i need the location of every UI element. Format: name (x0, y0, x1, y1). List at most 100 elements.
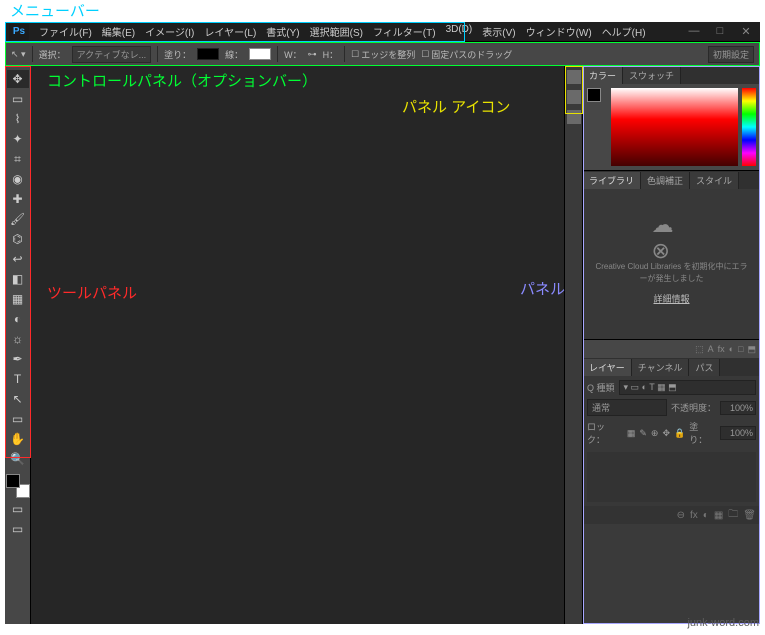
option-bar: ↖ ▾ 選択： アクティブなレ... 塗り： 線： W： ⊶ H： ☐ エッジを… (5, 42, 760, 66)
tool-wand[interactable]: ✦ (7, 130, 29, 148)
menu-filter[interactable]: フィルター(T) (369, 22, 440, 41)
canvas-area[interactable] (31, 66, 564, 624)
layer-toolbar: ⬚ A fx ◐ □ ⬒ (583, 340, 760, 358)
tool-eraser[interactable]: ◧ (7, 270, 29, 288)
lock-icon[interactable]: ✎ (639, 428, 647, 439)
menu-layer[interactable]: レイヤー(L) (200, 22, 260, 41)
library-error-text: Creative Cloud Libraries を初期化中にエラ ーが発生しま… (595, 261, 747, 283)
kind-filter[interactable]: ▾ ▭ ◐ T ▦ ⬒ (619, 380, 756, 395)
lock-icon[interactable]: ▦ (627, 428, 636, 439)
tab-libraries[interactable]: ライブラリ (583, 172, 641, 189)
foot-mask-icon[interactable]: ◐ (703, 510, 709, 521)
lock-icon[interactable]: ✥ (662, 428, 670, 439)
panel-icon-properties[interactable] (567, 90, 581, 104)
workspace-preset[interactable]: 初期設定 (708, 46, 754, 63)
tab-adjustments[interactable]: 色調補正 (641, 172, 690, 189)
stroke-label: 線： (225, 48, 243, 61)
menu-3d[interactable]: 3D(D) (442, 22, 477, 41)
tool-blur[interactable]: ◐ (7, 310, 29, 328)
lock-icon[interactable]: 🔒 (674, 428, 685, 439)
tab-layers[interactable]: レイヤー (583, 359, 632, 376)
tool-text[interactable]: T (7, 370, 29, 388)
tool-preset-icon[interactable]: ↖ ▾ (11, 49, 26, 60)
menu-file[interactable]: ファイル(F) (35, 22, 96, 41)
lt-icon[interactable]: ⬚ (695, 344, 704, 355)
watermark: junk-word.com (687, 617, 759, 629)
width-label: W： (284, 48, 302, 61)
tool-pen[interactable]: ✒ (7, 350, 29, 368)
tab-styles[interactable]: スタイル (690, 172, 739, 189)
fg-bg-colors[interactable] (6, 474, 30, 498)
menu-select[interactable]: 選択範囲(S) (306, 22, 367, 41)
foreground-chip[interactable] (587, 88, 607, 108)
foot-trash-icon[interactable]: 🗑 (743, 510, 756, 521)
foot-folder-icon[interactable]: 🗀 (728, 507, 738, 524)
menu-edit[interactable]: 編集(E) (98, 22, 139, 41)
menu-help[interactable]: ヘルプ(H) (598, 22, 650, 41)
tool-screenmode[interactable]: ▭ (7, 520, 29, 538)
annotation-menu-bar: メニューバー (10, 0, 100, 21)
tool-move[interactable]: ✥ (7, 70, 29, 88)
main-area: ✥ ▭ ⌇ ✦ ⌗ ◉ ✚ 🖌 ⌬ ↩ ◧ ▦ ◐ ☼ ✒ T ↖ ▭ ✋ 🔍 ▭ ▭ カラー スウォッチ (5, 66, 760, 624)
layer-list[interactable] (587, 452, 756, 502)
opacity-input[interactable]: 100% (720, 401, 756, 415)
foot-fx-icon[interactable]: fx (690, 510, 698, 521)
fill-input[interactable]: 100% (720, 426, 756, 440)
lt-icon[interactable]: A (708, 344, 714, 354)
maximize-button[interactable]: □ (710, 25, 730, 38)
tool-stamp[interactable]: ⌬ (7, 230, 29, 248)
blend-mode[interactable]: 通常 (587, 399, 667, 416)
tool-heal[interactable]: ✚ (7, 190, 29, 208)
tool-gradient[interactable]: ▦ (7, 290, 29, 308)
tool-zoom[interactable]: 🔍 (7, 450, 29, 468)
tool-hand[interactable]: ✋ (7, 430, 29, 448)
hue-strip[interactable] (742, 88, 756, 166)
fill-label: 塗り： (164, 48, 191, 61)
close-button[interactable]: ✕ (736, 25, 756, 38)
lt-icon[interactable]: ⬒ (747, 344, 756, 355)
library-details-link[interactable]: 詳細情報 (653, 292, 689, 305)
menu-window[interactable]: ウィンドウ(W) (522, 22, 596, 41)
menu-view[interactable]: 表示(V) (478, 22, 519, 41)
lt-icon[interactable]: □ (738, 344, 743, 354)
tool-lasso[interactable]: ⌇ (7, 110, 29, 128)
menu-type[interactable]: 書式(Y) (262, 22, 303, 41)
kind-label: Q 種類 (587, 381, 615, 394)
panel-icon-histogram[interactable] (567, 110, 581, 124)
tool-dodge[interactable]: ☼ (7, 330, 29, 348)
link-icon[interactable]: ⊶ (308, 49, 317, 60)
select-dropdown[interactable]: アクティブなレ... (72, 46, 152, 63)
tool-brush[interactable]: 🖌 (7, 210, 29, 228)
tool-path[interactable]: ↖ (7, 390, 29, 408)
tool-quickmask[interactable]: ▭ (7, 500, 29, 518)
tool-marquee[interactable]: ▭ (7, 90, 29, 108)
tab-color[interactable]: カラー (583, 67, 623, 84)
fill-swatch[interactable] (197, 48, 219, 60)
lock-label: ロック： (587, 420, 623, 446)
select-label: 選択： (39, 48, 66, 61)
tool-eyedropper[interactable]: ◉ (7, 170, 29, 188)
color-ramp[interactable] (611, 88, 738, 166)
tab-swatches[interactable]: スウォッチ (623, 67, 681, 84)
tab-channels[interactable]: チャンネル (632, 359, 690, 376)
menu-image[interactable]: イメージ(I) (141, 22, 198, 41)
lt-icon[interactable]: ◐ (729, 344, 734, 354)
panel-icon-adjustments[interactable] (567, 70, 581, 84)
lock-icon[interactable]: ⊕ (651, 428, 659, 439)
layers-footer: ⊖ fx ◐ ▦ 🗀 🗑 (583, 506, 760, 524)
layers-panel: レイヤー チャンネル パス Q 種類 ▾ ▭ ◐ T ▦ ⬒ 通常 不透明度： … (583, 358, 760, 624)
tool-panel: ✥ ▭ ⌇ ✦ ⌗ ◉ ✚ 🖌 ⌬ ↩ ◧ ▦ ◐ ☼ ✒ T ↖ ▭ ✋ 🔍 ▭ ▭ (5, 66, 31, 624)
tab-paths[interactable]: パス (689, 359, 720, 376)
edge-align-check[interactable]: ☐ エッジを整列 (351, 48, 415, 61)
minimize-button[interactable]: — (684, 25, 704, 38)
tool-shape[interactable]: ▭ (7, 410, 29, 428)
menu-bar: Ps ファイル(F) 編集(E) イメージ(I) レイヤー(L) 書式(Y) 選… (5, 22, 760, 42)
foot-adj-icon[interactable]: ▦ (714, 510, 723, 521)
stroke-swatch[interactable] (249, 48, 271, 60)
fixed-path-check[interactable]: ☐ 固定パスのドラッグ (421, 48, 512, 61)
lt-icon[interactable]: fx (718, 344, 725, 354)
tool-history[interactable]: ↩ (7, 250, 29, 268)
cloud-error-icon: ☁⊗ (652, 223, 692, 253)
foot-link-icon[interactable]: ⊖ (677, 510, 685, 521)
tool-crop[interactable]: ⌗ (7, 150, 29, 168)
